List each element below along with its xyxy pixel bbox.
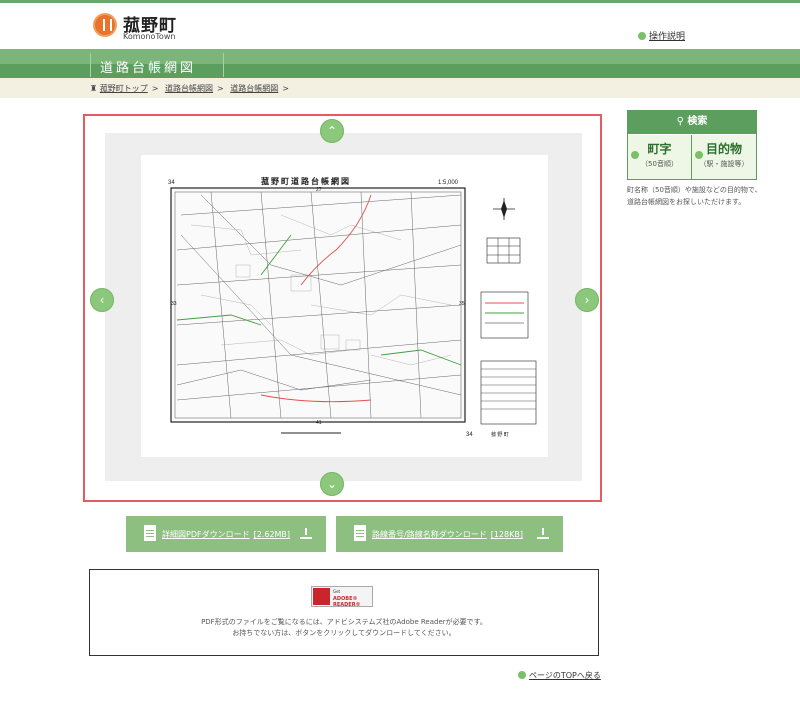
detail-pdf-download-button[interactable]: 詳細図PDFダウンロード [2.62MB] — [126, 516, 326, 552]
town-logo[interactable]: 菰野町 KomonoTown — [93, 13, 213, 45]
map-title: 菰野町道路台帳網図 — [261, 176, 351, 186]
detail-pdf-size: [2.62MB] — [253, 530, 291, 539]
road-ledger-map-graphic: 34 菰野町道路台帳網図 1:5,000 27 41 33 35 34 菰 野 … — [168, 176, 537, 438]
route-list-size: [128KB] — [490, 530, 523, 539]
page-top-label: ページのTOPへ戻る — [529, 671, 601, 680]
route-list-download-label: 路線番号/路線名称ダウンロード — [372, 530, 487, 539]
adobe-notice-line2: お持ちでない方は、ボタンをクリックしてダウンロードしてください。 — [232, 629, 456, 637]
search-by-town-label: 町字 — [647, 142, 672, 156]
adobe-notice-line1: PDF形式のファイルをご覧になるには、アドビシステムズ社のAdobe Reade… — [201, 618, 487, 626]
search-by-town-sub: （50音順） — [641, 160, 678, 168]
map-legend — [480, 291, 529, 339]
bullet-icon — [518, 671, 526, 679]
detail-pdf-download-label: 詳細図PDFダウンロード — [162, 530, 250, 539]
map-right-number: 35 — [459, 301, 465, 307]
breadcrumb-item-map[interactable]: 道路台帳網図 — [165, 84, 213, 93]
route-list-download-button[interactable]: 路線番号/路線名称ダウンロード [128KB] — [336, 516, 563, 552]
breadcrumb: ♜ 菰野町トップ > 道路台帳網図 > 道路台帳網図 > — [90, 84, 289, 93]
search-by-landmark-label: 目的物 — [705, 142, 742, 156]
breadcrumb-item-top[interactable]: 菰野町トップ — [100, 84, 148, 93]
chevron-up-icon: ⌃ — [326, 124, 338, 138]
adobe-reader-notice — [89, 569, 599, 656]
map-scale: 1:5,000 — [438, 180, 459, 186]
search-panel-header: ⚲ 検索 — [627, 110, 757, 134]
chevron-left-icon: ‹ — [99, 293, 105, 307]
bullet-icon — [638, 32, 646, 40]
breadcrumb-item-current[interactable]: 道路台帳網図 — [230, 84, 278, 93]
road-ledger-map[interactable]: 34 菰野町道路台帳網図 1:5,000 27 41 33 35 34 菰 野 … — [141, 155, 548, 457]
adobe-logo-icon — [313, 588, 330, 605]
page-top-link[interactable]: ページのTOPへ戻る — [518, 670, 601, 681]
town-emblem-icon — [93, 13, 117, 37]
map-top-number: 27 — [316, 187, 322, 193]
search-by-landmark-button[interactable]: 目的物 （駅・施設等） — [692, 135, 756, 179]
adobe-notice-text: PDF形式のファイルをご覧になるには、アドビシステムズ社のAdobe Reade… — [89, 617, 599, 639]
map-sheet-number-top: 34 — [168, 180, 175, 186]
map-bottom-number: 41 — [316, 420, 322, 426]
help-link[interactable]: 操作説明 — [638, 29, 685, 42]
scroll-right-button[interactable]: › — [575, 288, 599, 312]
adobe-badge-get: Get — [333, 589, 341, 594]
compass-icon — [493, 198, 515, 220]
page-title: 道路台帳網図 — [100, 61, 197, 76]
pdf-file-icon — [144, 525, 156, 541]
search-icon: ⚲ — [676, 116, 684, 127]
home-icon: ♜ — [90, 84, 98, 93]
search-by-town-button[interactable]: 町字 （50音順） — [628, 135, 692, 179]
scroll-up-button[interactable]: ⌃ — [320, 119, 344, 143]
chevron-right-icon: › — [584, 293, 590, 307]
map-sheet-number-bottom: 34 — [466, 432, 473, 438]
search-description: 町名称（50音順）や施設などの目的物で、道路台帳網図をお探しいただけます。 — [627, 186, 762, 206]
map-left-number: 33 — [171, 301, 177, 307]
search-heading: 検索 — [687, 116, 708, 127]
adobe-badge-reader: ADOBE® READER® — [333, 596, 361, 608]
scroll-down-button[interactable]: ⌄ — [320, 472, 344, 496]
map-footer-label: 菰 野 町 — [491, 431, 509, 438]
logo-subtitle: KomonoTown — [123, 32, 176, 41]
help-link-label: 操作説明 — [649, 32, 686, 42]
top-accent-line — [0, 0, 800, 3]
download-icon — [300, 528, 312, 540]
scroll-left-button[interactable]: ‹ — [90, 288, 114, 312]
search-by-landmark-sub: （駅・施設等） — [699, 160, 749, 168]
map-revision-table — [480, 360, 537, 425]
map-index-grid — [486, 237, 521, 264]
get-adobe-reader-button[interactable]: Get ADOBE® READER® — [311, 586, 373, 608]
download-icon — [537, 528, 549, 540]
chevron-down-icon: ⌄ — [326, 477, 338, 491]
pdf-file-icon — [354, 525, 366, 541]
